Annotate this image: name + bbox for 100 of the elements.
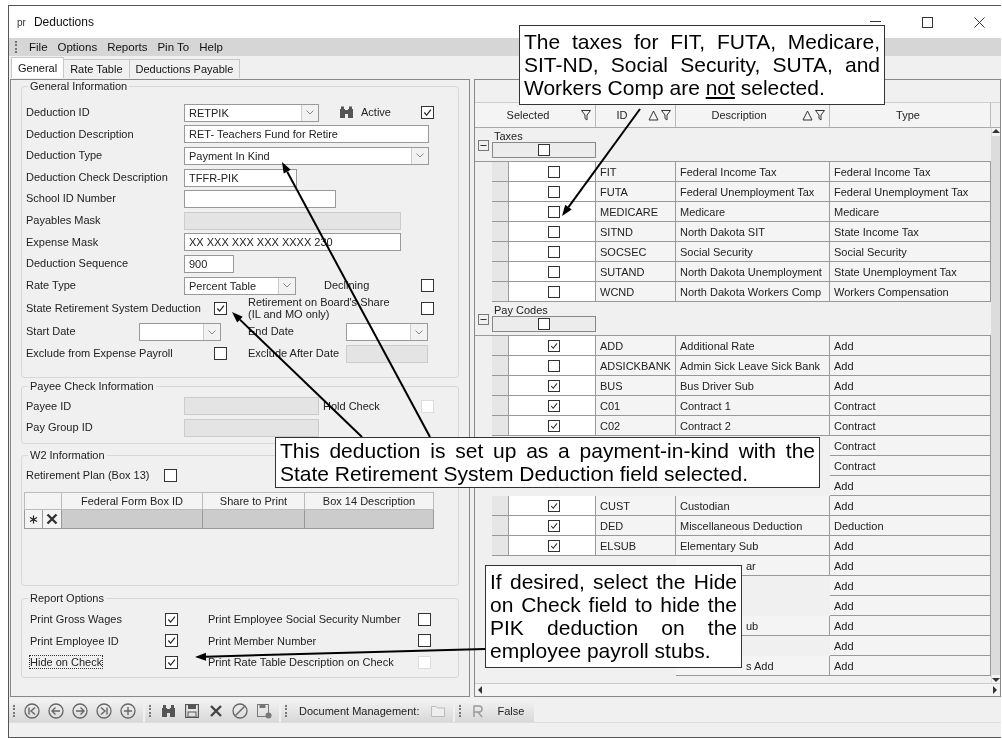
column-header[interactable]: Description bbox=[676, 103, 830, 127]
menu-item[interactable]: Help bbox=[199, 41, 223, 53]
collapse-icon[interactable] bbox=[478, 140, 489, 151]
checkbox[interactable] bbox=[548, 265, 560, 278]
checkbox[interactable] bbox=[548, 519, 560, 532]
checkbox[interactable] bbox=[164, 469, 177, 482]
table-cell: Federal Income Tax bbox=[830, 162, 991, 182]
sort-icon[interactable] bbox=[802, 109, 813, 121]
checkbox[interactable] bbox=[421, 106, 434, 120]
scroll-left-icon[interactable] bbox=[477, 686, 482, 694]
column-header[interactable]: Selected bbox=[475, 103, 596, 127]
checkbox[interactable] bbox=[538, 318, 550, 330]
next-icon[interactable] bbox=[71, 702, 89, 720]
checkbox[interactable] bbox=[548, 285, 560, 298]
menu-item[interactable]: File bbox=[29, 41, 48, 53]
menu-item[interactable]: Reports bbox=[107, 41, 148, 53]
filter-icon[interactable] bbox=[581, 109, 591, 121]
menu-item[interactable]: Pin To bbox=[157, 41, 190, 53]
field-label: Retirement on Board's Share (IL and MO only) bbox=[248, 297, 391, 321]
checkbox[interactable] bbox=[548, 185, 560, 198]
text-field[interactable]: RET- Teachers Fund for Retire bbox=[184, 125, 429, 144]
checkbox[interactable] bbox=[418, 634, 431, 648]
column-header[interactable]: Box 14 Description bbox=[305, 492, 434, 511]
table-cell: Add bbox=[830, 356, 991, 376]
checkbox[interactable] bbox=[548, 225, 560, 238]
tab[interactable]: General bbox=[11, 57, 65, 78]
minimize-icon[interactable] bbox=[869, 21, 881, 23]
close-icon[interactable] bbox=[973, 16, 985, 28]
table-cell: Contract bbox=[830, 396, 991, 416]
add-icon[interactable] bbox=[119, 702, 137, 720]
checkbox[interactable] bbox=[165, 612, 178, 626]
previous-icon[interactable] bbox=[47, 702, 65, 720]
dropdown[interactable]: Percent Table bbox=[184, 276, 296, 295]
text-field[interactable]: TFFR-PIK bbox=[184, 168, 297, 187]
collapse-icon[interactable] bbox=[478, 314, 489, 325]
group-label: Pay Codes bbox=[494, 304, 548, 316]
table-cell: SITND bbox=[596, 222, 676, 242]
menu-item[interactable]: Options bbox=[57, 41, 98, 53]
dropdown[interactable]: RETPIK bbox=[184, 103, 319, 122]
checkbox[interactable] bbox=[548, 419, 560, 432]
delete-icon[interactable] bbox=[46, 513, 58, 526]
checkbox[interactable] bbox=[548, 499, 560, 512]
table-cell: DED bbox=[596, 516, 676, 536]
scrollbar[interactable] bbox=[475, 683, 1000, 696]
checkbox[interactable] bbox=[548, 379, 560, 392]
field-label: State Retirement System Deduction bbox=[26, 303, 202, 315]
caret-icon bbox=[203, 324, 220, 341]
table-cell: Contract 2 bbox=[676, 416, 830, 436]
cancel-icon[interactable] bbox=[231, 702, 249, 720]
maximize-icon[interactable] bbox=[921, 16, 933, 28]
last-record-icon[interactable] bbox=[95, 702, 113, 720]
toolbar-label: Document Management: bbox=[298, 705, 421, 717]
checkbox[interactable] bbox=[538, 144, 550, 156]
table-cell: Admin Sick Leave Sick Bank bbox=[676, 356, 830, 376]
checkbox[interactable] bbox=[165, 634, 178, 648]
table-cell[interactable] bbox=[62, 510, 203, 530]
column-header[interactable]: Share to Print bbox=[203, 492, 305, 511]
date-field[interactable] bbox=[346, 323, 428, 342]
column-header[interactable]: Type bbox=[830, 103, 991, 127]
date-field[interactable] bbox=[139, 323, 221, 342]
table-cell: Federal Unemployment Tax bbox=[830, 182, 991, 202]
tab[interactable]: Deductions Payable bbox=[128, 59, 241, 78]
checkbox[interactable] bbox=[548, 339, 560, 352]
filter-icon[interactable] bbox=[661, 109, 671, 121]
scroll-up-icon[interactable] bbox=[992, 128, 1000, 134]
checkbox[interactable] bbox=[548, 399, 560, 412]
checkbox[interactable] bbox=[548, 539, 560, 552]
caret-icon bbox=[301, 104, 318, 121]
save-as-icon[interactable] bbox=[255, 702, 273, 720]
checkbox[interactable] bbox=[421, 302, 434, 316]
table-cell: BUS bbox=[596, 376, 676, 396]
save-icon[interactable] bbox=[183, 702, 201, 720]
checkbox[interactable] bbox=[418, 612, 431, 626]
first-record-icon[interactable] bbox=[23, 702, 41, 720]
table-cell: Additional Rate bbox=[676, 336, 830, 356]
scroll-right-icon[interactable] bbox=[993, 686, 998, 694]
sort-icon[interactable] bbox=[648, 109, 659, 121]
checkbox[interactable] bbox=[548, 165, 560, 178]
text-field[interactable]: 900 bbox=[184, 254, 234, 273]
checkbox[interactable] bbox=[548, 359, 560, 372]
column-header[interactable]: Federal Form Box ID bbox=[62, 492, 203, 511]
table-cell: ADSICKBANK bbox=[596, 356, 676, 376]
field-label: Retirement Plan (Box 13) bbox=[26, 469, 151, 482]
checkbox[interactable] bbox=[214, 347, 227, 361]
checkbox[interactable] bbox=[548, 245, 560, 258]
table-cell: Add bbox=[830, 596, 991, 616]
binoculars-icon[interactable] bbox=[339, 106, 354, 120]
filter-icon[interactable] bbox=[815, 109, 825, 121]
checkbox[interactable] bbox=[548, 205, 560, 218]
table-cell: Add bbox=[830, 336, 991, 356]
checkbox[interactable] bbox=[421, 279, 434, 293]
table-cell: Federal Income Tax bbox=[676, 162, 830, 182]
checkbox[interactable] bbox=[214, 302, 227, 316]
group-title: W2 Information bbox=[28, 448, 107, 461]
dropdown[interactable]: Payment In Kind bbox=[184, 147, 429, 165]
text-field[interactable] bbox=[184, 190, 336, 209]
table-cell[interactable] bbox=[203, 510, 305, 530]
table-cell[interactable] bbox=[305, 510, 434, 530]
binoculars-icon[interactable] bbox=[159, 702, 177, 720]
checkbox[interactable] bbox=[165, 655, 178, 669]
